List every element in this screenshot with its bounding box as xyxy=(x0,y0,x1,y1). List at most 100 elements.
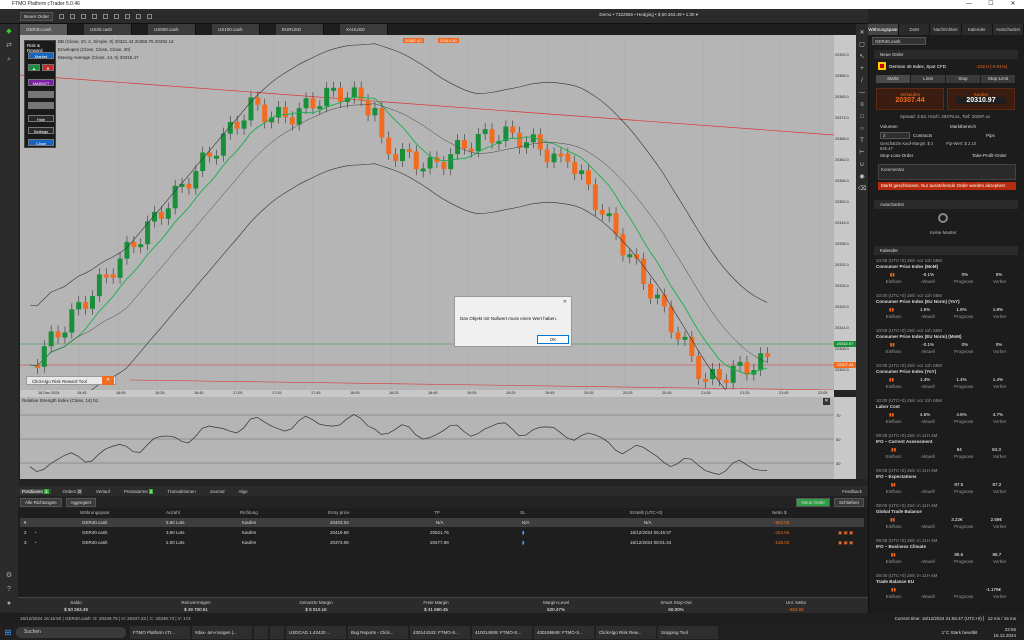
settings-gear-icon[interactable]: ⚙ xyxy=(5,572,13,580)
table-row[interactable]: 3 ◔ GER40.cash 2.00 Lots Kaufen 20373.06… xyxy=(20,538,864,547)
tab-journal[interactable]: Journal xyxy=(208,489,227,494)
chart-tab-us30[interactable]: US30.cash xyxy=(84,24,132,35)
taskbar-ftmo[interactable]: FTMO Platform cTr... xyxy=(130,626,190,639)
tab-autochartist[interactable]: Autochartist xyxy=(993,24,1024,35)
close-positions-button[interactable]: Schließen xyxy=(833,497,864,507)
taskbar-dax[interactable]: #dax- am-morgen |... xyxy=(192,626,252,639)
col-created[interactable]: Erstellt (UTC+0) xyxy=(630,508,662,517)
calendar-event[interactable]: 10:00 (UTC+0) Zeit: vor 11h 55M Consumer … xyxy=(876,258,1016,294)
calendar-event[interactable]: 09:00 (UTC+0) Zeit: in 11H 4M IFO – Busin… xyxy=(876,538,1016,574)
chart-tab-eurusd[interactable]: EURUSD xyxy=(276,24,324,35)
chart-type-icon[interactable] xyxy=(92,13,98,19)
close-window-button[interactable]: ✕ xyxy=(1002,0,1024,9)
user-icon[interactable]: ● xyxy=(5,600,13,608)
new-order-green-button[interactable]: Neue Order xyxy=(796,497,830,507)
comment-input[interactable]: Kommentar xyxy=(878,164,1016,180)
order-type-stop[interactable]: Stop xyxy=(946,75,980,83)
table-row[interactable]: 2 ◔ GER40.cash 3.60 Lots Kaufen 20419.68… xyxy=(20,528,864,537)
time-axis[interactable]: 16 Dec 2024 15:45 16:05 16:25 16:45 17:05 17:2… xyxy=(20,390,834,397)
order-type-market[interactable]: Markt xyxy=(876,75,910,83)
calendar-event[interactable]: 09:00 (UTC+0) Zeit: in 11H 4M IFO – Curre… xyxy=(876,433,1016,469)
tab-symbol[interactable]: Währungspaar xyxy=(868,24,900,35)
calendar-event[interactable]: 10:00 (UTC+0) Zeit: vor 11h 55M Consumer … xyxy=(876,328,1016,364)
clock[interactable]: 22:55 16.12.2024 xyxy=(993,627,1016,639)
trade-icon[interactable]: ◆ xyxy=(5,28,13,36)
grouping-filter[interactable]: Aggregiert xyxy=(65,497,97,507)
calendar-section[interactable]: Kalender xyxy=(874,246,1018,255)
analyze-icon[interactable]: ⌕ xyxy=(5,56,13,64)
autochartist-section[interactable]: Autochartist xyxy=(874,200,1018,209)
col-net[interactable]: Netto $ xyxy=(772,508,787,517)
tab-history[interactable]: Verlauf xyxy=(94,489,112,494)
disabled-button-2[interactable] xyxy=(28,102,54,109)
trendline-icon[interactable]: / xyxy=(858,78,866,85)
horizontal-line-icon[interactable]: — xyxy=(858,90,866,97)
rectangle-icon[interactable]: □ xyxy=(858,114,866,121)
maximize-button[interactable]: ☐ xyxy=(980,0,1002,9)
taskbar-snipping[interactable]: Snipping Tool xyxy=(658,626,718,639)
dialog-close-icon[interactable]: ✕ xyxy=(563,299,567,305)
take-profit-toggle[interactable]: Take-Profit-Order xyxy=(972,153,1007,158)
tab-orders[interactable]: Orders 0 xyxy=(61,488,84,494)
crosshair-tool-icon[interactable]: + xyxy=(858,66,866,73)
calendar-event[interactable]: 09:00 (UTC+0) Zeit: in 11H 4M Trade Balan… xyxy=(876,573,1016,609)
taskbar-ftmo-s1[interactable]: 430144343: FTMO-S... xyxy=(410,626,470,639)
buy-arrow-button[interactable]: ▲ xyxy=(28,64,40,71)
taskbar-search[interactable]: Suchen xyxy=(16,627,126,638)
calendar-event[interactable]: 09:00 (UTC+0) Zeit: in 11H 4M Global Trad… xyxy=(876,503,1016,539)
col-symbol[interactable]: Währungspaar xyxy=(80,508,110,517)
tab-positions[interactable]: Positionen 3 xyxy=(20,488,51,494)
rsi-close-icon[interactable]: ✕ xyxy=(823,398,830,405)
settings-button[interactable]: Settings xyxy=(28,127,54,134)
tab-news[interactable]: Nachrichten xyxy=(930,24,962,35)
trash-icon[interactable]: ⌫ xyxy=(858,186,866,193)
market-range-label[interactable]: Marktbereich xyxy=(950,124,976,129)
cursor-icon[interactable]: ↖ xyxy=(858,54,866,61)
taskbar-usdcad[interactable]: USDCAD 1.42420 ... xyxy=(286,626,346,639)
order-type-stop-limit[interactable]: Stop-Limit xyxy=(981,75,1015,83)
ellipse-icon[interactable]: ○ xyxy=(858,126,866,133)
dialog-ok-button[interactable]: OK xyxy=(537,335,569,344)
col-direction[interactable]: Richtung xyxy=(240,508,258,517)
tab-price-alerts[interactable]: Preisalarme 2 xyxy=(122,488,156,494)
copy-icon[interactable]: ⇄ xyxy=(5,42,13,50)
row-edit-icon[interactable]: ◔ xyxy=(34,538,37,547)
line-tool-icon[interactable] xyxy=(70,13,76,19)
feedback-link[interactable]: Feedback xyxy=(840,489,864,494)
row-edit-icon[interactable]: ◔ xyxy=(34,528,37,537)
chart-tab-us100[interactable]: US100.cash xyxy=(212,24,260,35)
price-chart-canvas[interactable] xyxy=(20,35,834,390)
sl-add-icon[interactable]: ▮ xyxy=(522,528,524,537)
price-axis[interactable]: 20392.0 20386.0 20380.0 20374.0 20368.0 20362… xyxy=(834,35,856,390)
chart-tab-ger40[interactable]: GER40.cash xyxy=(20,24,68,35)
col-sl[interactable]: SL xyxy=(520,508,526,517)
indicator-icon[interactable] xyxy=(114,13,120,19)
detach-icon[interactable]: ▢ xyxy=(858,42,866,49)
expand-icon[interactable]: ▾ xyxy=(24,518,26,527)
sell-arrow-button[interactable]: ▼ xyxy=(42,64,54,71)
taskbar-bug-reports[interactable]: Bug Reports - Click... xyxy=(348,626,408,639)
buy-button[interactable]: Kaufen 20310.97 xyxy=(947,88,1015,110)
hide-button[interactable]: Hide xyxy=(28,115,54,122)
weather-widget[interactable]: 1°C Stark bewölkt xyxy=(942,630,978,635)
minimize-button[interactable]: — xyxy=(958,0,980,9)
chart-tab-xauusd[interactable]: XAUUSD xyxy=(340,24,388,35)
taskbar-app-icon[interactable] xyxy=(254,626,268,639)
order-type-limit[interactable]: Limit xyxy=(911,75,945,83)
market-order-button[interactable]: MARKET xyxy=(28,79,54,86)
help-icon[interactable]: ? xyxy=(5,586,13,594)
row-action-icons[interactable]: ▣ ▣ ▣ xyxy=(838,538,853,547)
tab-transactions[interactable]: Transaktionen xyxy=(165,489,197,494)
close-tool-button[interactable]: Close xyxy=(28,139,54,146)
calendar-event[interactable]: 10:00 (UTC+0) Zeit: vor 11h 55M Labor Cos… xyxy=(876,398,1016,434)
text-icon[interactable]: T xyxy=(858,138,866,145)
col-tp[interactable]: TP xyxy=(434,508,440,517)
screenshot-icon[interactable] xyxy=(147,13,153,19)
zoom-icon[interactable] xyxy=(81,13,87,19)
direction-filter[interactable]: Alle Richtungen xyxy=(20,497,62,507)
col-entry[interactable]: Entry price xyxy=(328,508,350,517)
calendar-event[interactable]: 10:00 (UTC+0) Zeit: vor 11h 55M Consumer … xyxy=(876,363,1016,399)
taskbar-ftmo-s2[interactable]: 410014909: FTMO-S... xyxy=(472,626,532,639)
volume-input[interactable]: 2 xyxy=(880,132,910,139)
new-order-button[interactable]: Neuer Order xyxy=(20,11,54,21)
